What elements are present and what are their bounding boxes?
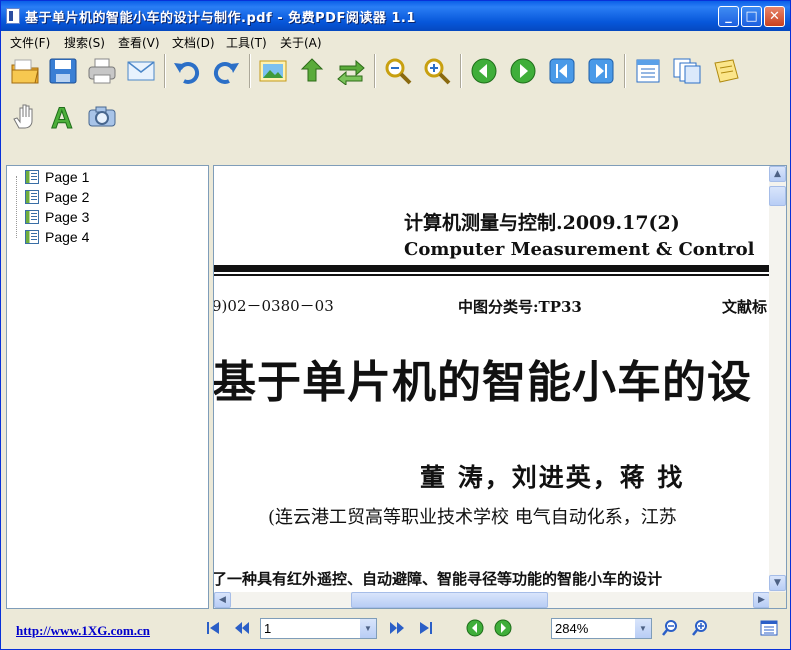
next-green-icon[interactable] xyxy=(507,55,539,87)
tree-page-label: Page 1 xyxy=(45,169,90,185)
forward-button[interactable] xyxy=(492,617,514,639)
page-tree-panel: Page 1 Page 2 Page 3 Page 4 xyxy=(6,165,209,609)
hand-tool-icon[interactable] xyxy=(9,100,41,132)
toolbar-tools: A xyxy=(1,97,790,137)
journal-title-en: Computer Measurement & Control xyxy=(404,239,755,260)
zoom-out-icon[interactable] xyxy=(382,55,414,87)
zoom-value: 284% xyxy=(555,621,589,636)
svg-text:A: A xyxy=(51,102,73,130)
first-page-icon[interactable] xyxy=(546,55,578,87)
horizontal-scroll-thumb[interactable] xyxy=(351,592,548,608)
note-icon[interactable] xyxy=(710,55,742,87)
header-rule xyxy=(214,265,770,272)
tree-page-label: Page 4 xyxy=(45,229,90,245)
website-link[interactable]: http://www.1XG.com.cn xyxy=(16,623,150,639)
menu-file[interactable]: 文件(F) xyxy=(10,34,50,51)
minimize-button[interactable]: _ xyxy=(718,6,739,27)
status-bar: http://www.1XG.com.cn 1 ▼ 284% ▼ xyxy=(1,613,790,649)
previous-page-button[interactable] xyxy=(231,617,253,639)
page-icon xyxy=(25,210,39,224)
article-abstract: 了一种具有红外遥控、自动避障、智能寻径等功能的智能小车的设计 xyxy=(214,570,663,588)
article-affiliation: (连云港工贸高等职业技术学校 电气自动化系，江苏 xyxy=(268,507,677,528)
print-icon[interactable] xyxy=(86,55,118,87)
header-rule-thin xyxy=(214,274,770,276)
vertical-scroll-thumb[interactable] xyxy=(769,186,786,206)
tree-page-label: Page 2 xyxy=(45,189,90,205)
open-folder-icon[interactable] xyxy=(9,55,41,87)
zoom-in-icon[interactable] xyxy=(421,55,453,87)
rotate-up-icon[interactable] xyxy=(296,55,328,87)
multi-page-icon[interactable] xyxy=(671,55,703,87)
menu-tools[interactable]: 工具(T) xyxy=(226,34,267,51)
next-page-button[interactable] xyxy=(386,617,408,639)
menu-bar: 文件(F) 搜索(S) 查看(V) 文档(D) 工具(T) 关于(A) xyxy=(1,31,790,51)
single-page-icon[interactable] xyxy=(632,55,664,87)
toolbar-main xyxy=(1,52,790,92)
zoom-in-button[interactable] xyxy=(689,617,711,639)
article-number: 9)02－0380－03 xyxy=(214,297,334,315)
tree-page-2[interactable]: Page 2 xyxy=(19,187,89,207)
scroll-up-button[interactable]: ▲ xyxy=(769,166,786,182)
image-icon[interactable] xyxy=(257,55,289,87)
app-window: 基于单片机的智能小车的设计与制作.pdf - 免费PDF阅读器 1.1 _ □ … xyxy=(0,0,791,650)
maximize-button[interactable]: □ xyxy=(741,6,762,27)
title-bar[interactable]: 基于单片机的智能小车的设计与制作.pdf - 免费PDF阅读器 1.1 _ □ … xyxy=(1,1,790,31)
zoom-out-button[interactable] xyxy=(659,617,681,639)
undo-icon[interactable] xyxy=(171,55,203,87)
vertical-scrollbar[interactable]: ▲ ▼ xyxy=(769,166,786,594)
email-icon[interactable] xyxy=(125,55,157,87)
page-layout-button[interactable] xyxy=(758,617,780,639)
back-button[interactable] xyxy=(464,617,486,639)
menu-document[interactable]: 文档(D) xyxy=(172,34,215,51)
document-viewer[interactable]: 计算机测量与控制.2009.17(2) Computer Measurement… xyxy=(213,165,787,609)
tree-page-1[interactable]: Page 1 xyxy=(19,167,89,187)
close-button[interactable]: ✕ xyxy=(764,6,785,27)
article-authors: 董 涛，刘进英，蒋 找 xyxy=(420,463,685,492)
menu-search[interactable]: 搜索(S) xyxy=(64,34,105,51)
page-number-value: 1 xyxy=(264,621,272,636)
window-title: 基于单片机的智能小车的设计与制作.pdf - 免费PDF阅读器 1.1 xyxy=(25,11,416,26)
page-icon xyxy=(25,190,39,204)
chevron-down-icon[interactable]: ▼ xyxy=(635,619,651,638)
app-icon xyxy=(6,8,20,24)
text-select-icon[interactable]: A xyxy=(47,100,79,132)
menu-about[interactable]: 关于(A) xyxy=(280,34,322,51)
save-icon[interactable] xyxy=(47,55,79,87)
last-page-icon[interactable] xyxy=(585,55,617,87)
tree-page-3[interactable]: Page 3 xyxy=(19,207,89,227)
page-icon xyxy=(25,230,39,244)
classification-number: 中图分类号:TP33 xyxy=(458,298,582,316)
menu-view[interactable]: 查看(V) xyxy=(118,34,160,51)
first-page-button[interactable] xyxy=(202,617,224,639)
swap-icon[interactable] xyxy=(335,55,367,87)
previous-green-icon[interactable] xyxy=(468,55,500,87)
article-title: 基于单片机的智能小车的设 xyxy=(214,357,752,408)
document-code: 文献标 xyxy=(722,298,768,316)
redo-icon[interactable] xyxy=(210,55,242,87)
horizontal-scrollbar[interactable]: ◀ ▶ xyxy=(214,592,770,608)
snapshot-camera-icon[interactable] xyxy=(86,100,118,132)
page-number-select[interactable]: 1 ▼ xyxy=(260,618,377,639)
tree-page-4[interactable]: Page 4 xyxy=(19,227,89,247)
tree-page-label: Page 3 xyxy=(45,209,90,225)
scroll-right-button[interactable]: ▶ xyxy=(753,592,770,608)
scroll-left-button[interactable]: ◀ xyxy=(214,592,231,608)
last-page-button[interactable] xyxy=(415,617,437,639)
pdf-page: 计算机测量与控制.2009.17(2) Computer Measurement… xyxy=(214,166,770,594)
zoom-select[interactable]: 284% ▼ xyxy=(551,618,652,639)
journal-title-cn: 计算机测量与控制.2009.17(2) xyxy=(404,212,680,234)
page-icon xyxy=(25,170,39,184)
scroll-down-button[interactable]: ▼ xyxy=(769,575,786,591)
chevron-down-icon[interactable]: ▼ xyxy=(360,619,376,638)
